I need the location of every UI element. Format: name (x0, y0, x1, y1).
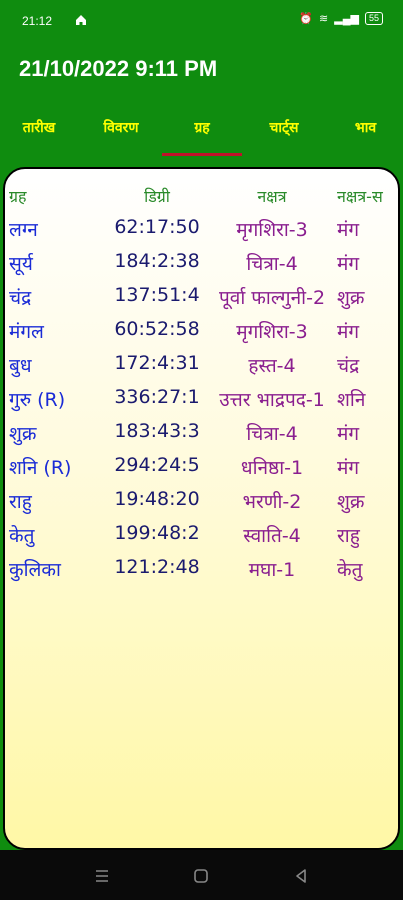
planet-nakshatra-lord: मंग (337, 253, 360, 275)
table-row: सूर्य 184:2:38 चित्रा-4 मंग (5, 250, 398, 284)
planet-nakshatra: मघा-1 (248, 559, 296, 581)
planet-degree: 60:52:58 (114, 318, 200, 340)
tab-charts[interactable]: चार्ट्स (244, 116, 324, 156)
planet-degree: 19:48:20 (114, 488, 200, 510)
planet-nakshatra: मृगशिरा-3 (236, 219, 308, 241)
table-row: गुरु (R) 336:27:1 उत्तर भाद्रपद-1 शनि (5, 386, 398, 420)
table-row: कुलिका 121:2:48 मघा-1 केतु (5, 556, 398, 590)
signal-icon: ▂▄▆ (334, 13, 359, 25)
planet-name: राहु (9, 491, 32, 513)
planet-nakshatra: पूर्वा फाल्गुनी-2 (218, 287, 326, 309)
table-row: शनि (R) 294:24:5 धनिष्ठा-1 मंग (5, 454, 398, 488)
planet-degree: 121:2:48 (114, 556, 200, 578)
planet-name: केतु (9, 525, 35, 547)
planet-nakshatra-lord: शुक्र (337, 287, 365, 309)
planet-nakshatra-lord: शुक्र (337, 491, 365, 513)
planet-name: शनि (R) (9, 457, 72, 479)
planet-name: सूर्य (9, 253, 33, 275)
planet-table: ग्रह डिग्री नक्षत्र नक्षत्र-स लग्न 62:17… (3, 167, 400, 850)
system-nav-bar (0, 850, 403, 900)
planet-name: मंगल (9, 321, 44, 343)
planet-nakshatra-lord: चंद्र (337, 355, 360, 377)
planet-nakshatra-lord: मंग (337, 321, 360, 343)
table-row: राहु 19:48:20 भरणी-2 शुक्र (5, 488, 398, 522)
home-status-icon (76, 15, 86, 25)
planet-nakshatra-lord: शनि (337, 389, 366, 411)
planet-name: लग्न (9, 219, 38, 241)
planet-nakshatra: चित्रा-4 (246, 423, 298, 445)
battery-icon: 55 (364, 12, 383, 25)
table-row: चंद्र 137:51:4 पूर्वा फाल्गुनी-2 शुक्र (5, 284, 398, 318)
col-nakshatra: नक्षत्र (257, 187, 287, 206)
table-row: मंगल 60:52:58 मृगशिरा-3 मंग (5, 318, 398, 352)
back-icon[interactable] (291, 866, 311, 886)
wifi-icon: ≋ (319, 13, 329, 25)
planet-nakshatra: स्वाति-4 (243, 525, 301, 547)
planet-nakshatra-lord: मंग (337, 457, 360, 479)
planet-degree: 199:48:2 (114, 522, 200, 544)
planet-nakshatra: मृगशिरा-3 (236, 321, 308, 343)
tab-houses[interactable]: भाव (328, 116, 403, 156)
planet-degree: 183:43:3 (114, 420, 200, 442)
planet-name: चंद्र (9, 287, 32, 309)
planet-degree: 184:2:38 (114, 250, 200, 272)
planet-nakshatra: उत्तर भाद्रपद-1 (219, 389, 325, 411)
planet-nakshatra-lord: केतु (337, 559, 363, 581)
tab-bar: तारीख विवरण ग्रह चार्ट्स भाव (0, 116, 403, 156)
planet-name: शुक्र (9, 423, 37, 445)
home-icon[interactable] (191, 866, 211, 886)
planet-degree: 294:24:5 (114, 454, 200, 476)
planet-nakshatra: चित्रा-4 (246, 253, 298, 275)
tab-planets[interactable]: ग्रह (162, 116, 242, 156)
table-row: लग्न 62:17:50 मृगशिरा-3 मंग (5, 216, 398, 250)
col-planet: ग्रह (9, 187, 27, 206)
status-bar: 21:12 ⏰ ≋ ▂▄▆ 55 (0, 0, 403, 36)
planet-nakshatra: हस्त-4 (248, 355, 296, 377)
planet-nakshatra-lord: मंग (337, 219, 360, 241)
col-nakshatra-lord: नक्षत्र-स (337, 187, 383, 206)
app-header: 21/10/2022 9:11 PM तारीख विवरण ग्रह चार्… (0, 36, 403, 162)
tab-details[interactable]: विवरण (82, 116, 160, 156)
planet-degree: 137:51:4 (114, 284, 200, 306)
table-row: शुक्र 183:43:3 चित्रा-4 मंग (5, 420, 398, 454)
alarm-icon: ⏰ (299, 13, 314, 25)
date-time-title: 21/10/2022 9:11 PM (19, 56, 218, 81)
tab-date[interactable]: तारीख (0, 116, 78, 156)
menu-icon[interactable] (92, 866, 112, 886)
planet-name: कुलिका (9, 559, 61, 581)
content-area: ग्रह डिग्री नक्षत्र नक्षत्र-स लग्न 62:17… (0, 162, 403, 850)
planet-degree: 336:27:1 (114, 386, 200, 408)
status-time: 21:12 (22, 14, 53, 28)
planet-degree: 172:4:31 (114, 352, 200, 374)
status-icons: ⏰ ≋ ▂▄▆ 55 (299, 12, 383, 25)
col-degree: डिग्री (144, 187, 170, 206)
planet-nakshatra: भरणी-2 (242, 491, 302, 513)
table-row: बुध 172:4:31 हस्त-4 चंद्र (5, 352, 398, 386)
planet-degree: 62:17:50 (114, 216, 200, 238)
planet-name: बुध (9, 355, 32, 377)
table-row: केतु 199:48:2 स्वाति-4 राहु (5, 522, 398, 556)
planet-nakshatra-lord: राहु (337, 525, 360, 547)
planet-nakshatra: धनिष्ठा-1 (240, 457, 304, 479)
planet-nakshatra-lord: मंग (337, 423, 360, 445)
planet-name: गुरु (R) (9, 389, 66, 411)
table-header: ग्रह डिग्री नक्षत्र नक्षत्र-स (5, 185, 398, 219)
